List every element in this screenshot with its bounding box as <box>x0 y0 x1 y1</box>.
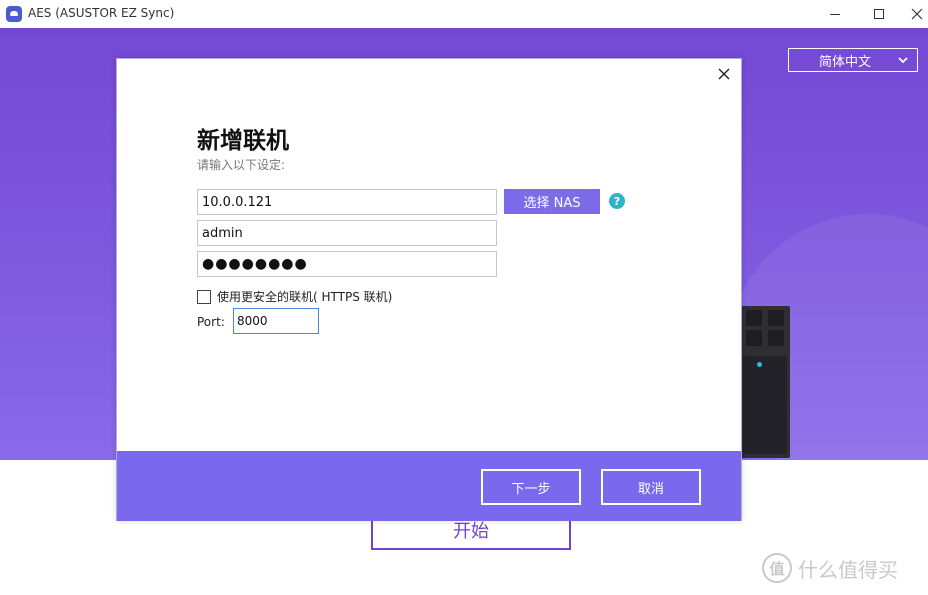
watermark-logo-icon: 值 <box>762 553 792 583</box>
dialog-subtitle: 请输入以下设定: <box>197 158 286 172</box>
port-input[interactable]: 8000 <box>233 308 319 334</box>
nas-drive-bay <box>743 356 787 454</box>
close-icon[interactable] <box>717 67 731 81</box>
https-option-row[interactable]: 使用更安全的联机( HTTPS 联机) <box>197 288 392 305</box>
cancel-button[interactable]: 取消 <box>601 469 701 505</box>
nas-button <box>768 330 784 346</box>
nas-button <box>768 310 784 326</box>
nas-device-illustration <box>740 306 790 458</box>
dialog-footer: 下一步 取消 <box>117 451 741 521</box>
window-close-icon[interactable] <box>894 0 928 28</box>
window-titlebar: AES (ASUSTOR EZ Sync) <box>0 0 928 28</box>
minimize-icon[interactable] <box>812 0 858 28</box>
add-connection-dialog: 新增联机 请输入以下设定: 10.0.0.121 选择 NAS ? admin … <box>116 58 742 521</box>
https-checkbox-label: 使用更安全的联机( HTTPS 联机) <box>217 290 393 304</box>
watermark-text: 什么值得买 <box>798 557 898 582</box>
language-select-value: 简体中文 <box>819 54 872 70</box>
select-nas-button[interactable]: 选择 NAS <box>504 189 600 214</box>
password-input[interactable]: ●●●●●●●● <box>197 251 497 277</box>
username-input[interactable]: admin <box>197 220 497 246</box>
dialog-title: 新增联机 <box>197 128 289 154</box>
next-button[interactable]: 下一步 <box>481 469 581 505</box>
nas-led <box>757 362 762 367</box>
watermark: 值 什么值得买 <box>762 553 898 583</box>
nas-button <box>746 330 762 346</box>
chevron-down-icon <box>898 57 908 64</box>
nas-button <box>746 310 762 326</box>
language-select[interactable]: 简体中文 <box>788 48 918 72</box>
help-icon[interactable]: ? <box>609 193 625 209</box>
host-address-input[interactable]: 10.0.0.121 <box>197 189 497 215</box>
window-title: AES (ASUSTOR EZ Sync) <box>28 6 175 20</box>
port-label: Port: <box>197 315 225 329</box>
app-cloud-icon <box>6 6 22 22</box>
https-checkbox[interactable] <box>197 289 211 304</box>
